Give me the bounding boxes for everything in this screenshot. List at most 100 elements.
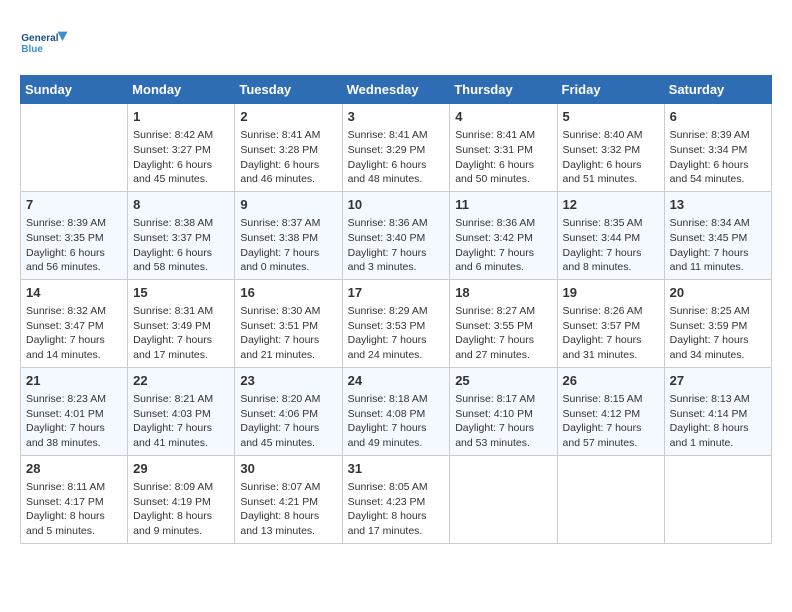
calendar-cell: 18Sunrise: 8:27 AM Sunset: 3:55 PM Dayli… <box>450 279 557 367</box>
day-detail: Sunrise: 8:40 AM Sunset: 3:32 PM Dayligh… <box>563 128 659 187</box>
day-detail: Sunrise: 8:26 AM Sunset: 3:57 PM Dayligh… <box>563 304 659 363</box>
calendar-cell: 25Sunrise: 8:17 AM Sunset: 4:10 PM Dayli… <box>450 367 557 455</box>
day-detail: Sunrise: 8:15 AM Sunset: 4:12 PM Dayligh… <box>563 392 659 451</box>
week-row-3: 21 Sunrise: 8:23 AM Sunset: 4:01 PM Dayli… <box>21 367 772 455</box>
day-detail: Sunrise: 8:18 AM Sunset: 4:08 PM Dayligh… <box>348 392 445 451</box>
day-number: 7 <box>26 196 122 214</box>
calendar-cell: 29 Sunrise: 8:09 AM Sunset: 4:19 PM Dayli… <box>128 455 235 543</box>
day-detail: Sunrise: 8:41 AM Sunset: 3:28 PM Dayligh… <box>240 128 336 187</box>
day-detail: Sunrise: 8:20 AM Sunset: 4:06 PM Dayligh… <box>240 392 336 451</box>
day-detail: Sunrise: 8:39 AM Sunset: 3:34 PM Dayligh… <box>670 128 766 187</box>
logo-svg: General Blue <box>20 20 70 65</box>
calendar-cell <box>664 455 771 543</box>
day-number: 29 <box>133 460 229 478</box>
day-number: 10 <box>348 196 445 214</box>
day-number: 11 <box>455 196 551 214</box>
day-number: 23 <box>240 372 336 390</box>
day-number: 12 <box>563 196 659 214</box>
calendar-cell: 6 Sunrise: 8:39 AM Sunset: 3:34 PM Daylig… <box>664 104 771 192</box>
calendar-cell: 10 Sunrise: 8:36 AM Sunset: 3:40 PM Dayli… <box>342 191 450 279</box>
calendar-cell: 27Sunrise: 8:13 AM Sunset: 4:14 PM Dayli… <box>664 367 771 455</box>
calendar-cell: 5 Sunrise: 8:40 AM Sunset: 3:32 PM Daylig… <box>557 104 664 192</box>
day-number: 21 <box>26 372 122 390</box>
day-detail: Sunrise: 8:34 AM Sunset: 3:45 PM Dayligh… <box>670 216 766 275</box>
day-number: 14 <box>26 284 122 302</box>
day-number: 26 <box>563 372 659 390</box>
calendar-cell: 17Sunrise: 8:29 AM Sunset: 3:53 PM Dayli… <box>342 279 450 367</box>
day-detail: Sunrise: 8:23 AM Sunset: 4:01 PM Dayligh… <box>26 392 122 451</box>
day-number: 20 <box>670 284 766 302</box>
day-detail: Sunrise: 8:11 AM Sunset: 4:17 PM Dayligh… <box>26 480 122 539</box>
calendar-cell: 16 Sunrise: 8:30 AM Sunset: 3:51 PM Dayli… <box>235 279 342 367</box>
day-number: 16 <box>240 284 336 302</box>
week-row-1: 7 Sunrise: 8:39 AM Sunset: 3:35 PM Daylig… <box>21 191 772 279</box>
calendar-cell: 19 Sunrise: 8:26 AM Sunset: 3:57 PM Dayli… <box>557 279 664 367</box>
calendar-table: SundayMondayTuesdayWednesdayThursdayFrid… <box>20 75 772 544</box>
day-detail: Sunrise: 8:37 AM Sunset: 3:38 PM Dayligh… <box>240 216 336 275</box>
calendar-cell: 21 Sunrise: 8:23 AM Sunset: 4:01 PM Dayli… <box>21 367 128 455</box>
calendar-cell <box>450 455 557 543</box>
day-detail: Sunrise: 8:36 AM Sunset: 3:40 PM Dayligh… <box>348 216 445 275</box>
day-number: 31 <box>348 460 445 478</box>
calendar-cell: 30 Sunrise: 8:07 AM Sunset: 4:21 PM Dayli… <box>235 455 342 543</box>
day-number: 8 <box>133 196 229 214</box>
day-number: 19 <box>563 284 659 302</box>
day-number: 5 <box>563 108 659 126</box>
calendar-header-row: SundayMondayTuesdayWednesdayThursdayFrid… <box>21 76 772 104</box>
day-number: 30 <box>240 460 336 478</box>
calendar-cell: 9 Sunrise: 8:37 AM Sunset: 3:38 PM Daylig… <box>235 191 342 279</box>
calendar-cell: 11 Sunrise: 8:36 AM Sunset: 3:42 PM Dayli… <box>450 191 557 279</box>
calendar-cell: 26 Sunrise: 8:15 AM Sunset: 4:12 PM Dayli… <box>557 367 664 455</box>
header-wednesday: Wednesday <box>342 76 450 104</box>
day-detail: Sunrise: 8:41 AM Sunset: 3:31 PM Dayligh… <box>455 128 551 187</box>
week-row-4: 28 Sunrise: 8:11 AM Sunset: 4:17 PM Dayli… <box>21 455 772 543</box>
day-number: 1 <box>133 108 229 126</box>
logo: General Blue <box>20 20 70 65</box>
day-detail: Sunrise: 8:07 AM Sunset: 4:21 PM Dayligh… <box>240 480 336 539</box>
header-thursday: Thursday <box>450 76 557 104</box>
day-number: 17 <box>348 284 445 302</box>
day-detail: Sunrise: 8:30 AM Sunset: 3:51 PM Dayligh… <box>240 304 336 363</box>
svg-text:General: General <box>21 33 58 44</box>
calendar-cell: 13 Sunrise: 8:34 AM Sunset: 3:45 PM Dayli… <box>664 191 771 279</box>
day-number: 6 <box>670 108 766 126</box>
day-number: 18 <box>455 284 551 302</box>
day-detail: Sunrise: 8:32 AM Sunset: 3:47 PM Dayligh… <box>26 304 122 363</box>
calendar-cell: 22 Sunrise: 8:21 AM Sunset: 4:03 PM Dayli… <box>128 367 235 455</box>
page-header: General Blue <box>20 20 772 65</box>
calendar-cell: 14 Sunrise: 8:32 AM Sunset: 3:47 PM Dayli… <box>21 279 128 367</box>
day-detail: Sunrise: 8:21 AM Sunset: 4:03 PM Dayligh… <box>133 392 229 451</box>
svg-text:Blue: Blue <box>21 44 43 55</box>
calendar-cell: 1 Sunrise: 8:42 AM Sunset: 3:27 PM Daylig… <box>128 104 235 192</box>
header-monday: Monday <box>128 76 235 104</box>
day-detail: Sunrise: 8:13 AM Sunset: 4:14 PM Dayligh… <box>670 392 766 451</box>
calendar-cell: 2 Sunrise: 8:41 AM Sunset: 3:28 PM Daylig… <box>235 104 342 192</box>
calendar-cell: 31 Sunrise: 8:05 AM Sunset: 4:23 PM Dayli… <box>342 455 450 543</box>
week-row-2: 14 Sunrise: 8:32 AM Sunset: 3:47 PM Dayli… <box>21 279 772 367</box>
calendar-cell: 3 Sunrise: 8:41 AM Sunset: 3:29 PM Daylig… <box>342 104 450 192</box>
day-number: 22 <box>133 372 229 390</box>
day-detail: Sunrise: 8:05 AM Sunset: 4:23 PM Dayligh… <box>348 480 445 539</box>
day-number: 9 <box>240 196 336 214</box>
calendar-cell <box>21 104 128 192</box>
day-detail: Sunrise: 8:42 AM Sunset: 3:27 PM Dayligh… <box>133 128 229 187</box>
calendar-cell: 7 Sunrise: 8:39 AM Sunset: 3:35 PM Daylig… <box>21 191 128 279</box>
day-number: 4 <box>455 108 551 126</box>
day-number: 3 <box>348 108 445 126</box>
day-number: 13 <box>670 196 766 214</box>
day-detail: Sunrise: 8:09 AM Sunset: 4:19 PM Dayligh… <box>133 480 229 539</box>
day-detail: Sunrise: 8:36 AM Sunset: 3:42 PM Dayligh… <box>455 216 551 275</box>
day-detail: Sunrise: 8:38 AM Sunset: 3:37 PM Dayligh… <box>133 216 229 275</box>
calendar-cell: 4 Sunrise: 8:41 AM Sunset: 3:31 PM Daylig… <box>450 104 557 192</box>
calendar-cell: 23 Sunrise: 8:20 AM Sunset: 4:06 PM Dayli… <box>235 367 342 455</box>
header-saturday: Saturday <box>664 76 771 104</box>
day-detail: Sunrise: 8:39 AM Sunset: 3:35 PM Dayligh… <box>26 216 122 275</box>
day-detail: Sunrise: 8:41 AM Sunset: 3:29 PM Dayligh… <box>348 128 445 187</box>
day-number: 25 <box>455 372 551 390</box>
day-number: 2 <box>240 108 336 126</box>
calendar-cell <box>557 455 664 543</box>
day-number: 28 <box>26 460 122 478</box>
calendar-cell: 8 Sunrise: 8:38 AM Sunset: 3:37 PM Daylig… <box>128 191 235 279</box>
header-sunday: Sunday <box>21 76 128 104</box>
calendar-cell: 20Sunrise: 8:25 AM Sunset: 3:59 PM Dayli… <box>664 279 771 367</box>
